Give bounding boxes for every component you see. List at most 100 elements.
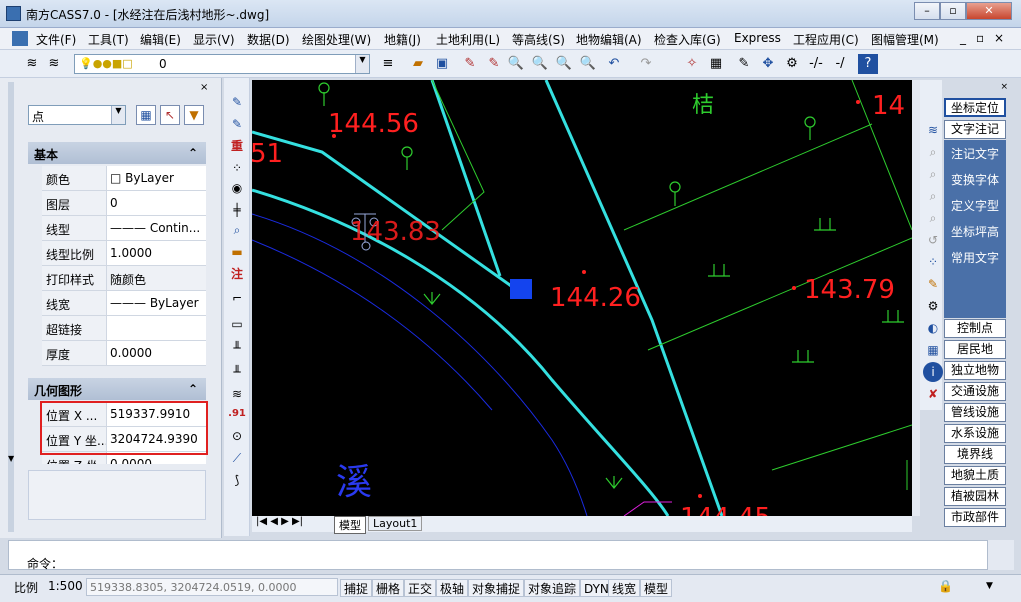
menu-view[interactable]: 显示(V) (193, 31, 235, 48)
tool-zoom-icon[interactable]: ⌕ (227, 220, 247, 240)
refresh-icon[interactable]: ↺ (923, 230, 943, 250)
pipeline-button[interactable]: 管线设施 (944, 403, 1006, 422)
globe-icon[interactable]: ◐ (923, 318, 943, 338)
pencil-icon[interactable]: ✎ (460, 54, 480, 74)
vegetation-button[interactable]: 植被园林 (944, 487, 1006, 506)
prop-linetype-scale[interactable]: 线型比例 1.0000 (42, 241, 206, 266)
zoom-prev-icon[interactable]: 🔍 (578, 54, 598, 74)
menu-draw[interactable]: 绘图处理(W) (302, 31, 371, 48)
prop-thickness[interactable]: 厚度 0.0000 (42, 341, 206, 366)
delete-icon[interactable]: ✘ (923, 384, 943, 404)
basic-section-header[interactable]: 基本 ⌃ (28, 142, 206, 164)
tool2-icon[interactable]: ✎ (227, 114, 247, 134)
menu-landuse[interactable]: 土地利用(L) (436, 31, 500, 48)
lock-icon[interactable]: 🔒 (938, 579, 953, 593)
doc-restore[interactable]: ▫ (976, 31, 984, 45)
tool-stairs-icon[interactable]: ≋ (227, 384, 247, 404)
select-objects-icon[interactable]: ↖ (160, 105, 180, 125)
layer-select[interactable]: 💡●●■□ 0 ▼ (74, 54, 370, 74)
submenu-define-font[interactable]: 定义字型 (944, 194, 1006, 218)
menu-data[interactable]: 数据(D) (247, 31, 290, 48)
tool-fence-icon[interactable]: ╪ (227, 200, 247, 220)
line2-icon[interactable]: -/ (830, 54, 850, 74)
boundary-button[interactable]: 境界线 (944, 445, 1006, 464)
save-icon[interactable]: ▣ (432, 54, 452, 74)
prop-linetype[interactable]: 线型 ——— Contin... (42, 216, 206, 241)
tool1-icon[interactable]: ✎ (227, 92, 247, 112)
polar-toggle[interactable]: 极轴 (436, 579, 469, 597)
minimize-button[interactable]: – (914, 2, 940, 20)
menu-contour[interactable]: 等高线(S) (512, 31, 565, 48)
tool-camera-icon[interactable]: ◉ (227, 178, 247, 198)
open-icon[interactable]: ▰ (408, 54, 428, 74)
edit-icon[interactable]: ✎ (734, 54, 754, 74)
menu-tools[interactable]: 工具(T) (88, 31, 129, 48)
prop-value[interactable]: 1.0000 (106, 241, 206, 265)
move-icon[interactable]: ✥ (758, 54, 778, 74)
menu-cadastre[interactable]: 地籍(J) (384, 31, 421, 48)
drawing-canvas[interactable]: 144.56 143.83 144.26 143.79 144.45 14 51… (252, 80, 912, 516)
layers-icon[interactable]: ≋ (923, 120, 943, 140)
prop-plot-style[interactable]: 打印样式 随颜色 (42, 266, 206, 291)
doc-minimize[interactable]: _ (960, 31, 966, 45)
residential-button[interactable]: 居民地 (944, 340, 1006, 359)
edit-pen-icon[interactable]: ✎ (923, 274, 943, 294)
panel-grip[interactable] (8, 82, 14, 532)
menu-express[interactable]: Express (734, 31, 781, 45)
prop-lineweight[interactable]: 线宽 ——— ByLayer (42, 291, 206, 316)
command-window[interactable]: 命令： (8, 540, 988, 571)
prop-value[interactable]: ——— ByLayer (106, 291, 206, 315)
layer-state-icon[interactable]: ≋ (44, 54, 64, 74)
prop-layer[interactable]: 图层 0 (42, 191, 206, 216)
zoom-icon[interactable]: ⌕ (923, 142, 943, 162)
zoom-window-icon[interactable]: 🔍 (530, 54, 550, 74)
snap-icon[interactable]: ⚙ (782, 54, 802, 74)
prop-value[interactable]: ——— Contin... (106, 216, 206, 240)
submenu-change-font[interactable]: 变换字体 (944, 168, 1006, 192)
tool-curve-icon[interactable]: ⟆ (227, 470, 247, 490)
dots-icon[interactable]: ⁘ (923, 252, 943, 272)
prop-value[interactable]: 0 (106, 191, 206, 215)
tool-line-icon[interactable]: ⟋ (227, 448, 247, 468)
redo-icon[interactable]: ↷ (636, 54, 656, 74)
submenu-coord-elev[interactable]: 坐标坪高 (944, 220, 1006, 244)
menu-check[interactable]: 检查入库(G) (654, 31, 721, 48)
tool-zhong-icon[interactable]: 重 (227, 136, 247, 156)
otrack-toggle[interactable]: 对象追踪 (524, 579, 581, 597)
prop-value[interactable]: 0.0000 (106, 341, 206, 365)
municipal-button[interactable]: 市政部件 (944, 508, 1006, 527)
prop-value[interactable] (106, 316, 206, 340)
independent-feature-button[interactable]: 独立地物 (944, 361, 1006, 380)
properties-icon[interactable]: ✧ (682, 54, 702, 74)
pan-icon[interactable]: ⌕ (923, 164, 943, 184)
menu-sheet[interactable]: 图幅管理(M) (871, 31, 939, 48)
info-icon[interactable]: i (923, 362, 943, 382)
pickadd-icon[interactable]: ▼ (184, 105, 204, 125)
water-system-button[interactable]: 水系设施 (944, 424, 1006, 443)
doc-close[interactable]: × (994, 31, 1004, 45)
landform-button[interactable]: 地貌土质 (944, 466, 1006, 485)
submenu-annotate-text[interactable]: 注记文字 (944, 142, 1006, 166)
scroll-down-icon[interactable]: ▼ (8, 454, 14, 463)
status-menu-icon[interactable]: ▼ (986, 581, 993, 591)
traffic-button[interactable]: 交通设施 (944, 382, 1006, 401)
menu-edit[interactable]: 编辑(E) (140, 31, 181, 48)
zoom-realtime-icon[interactable]: 🔍 (506, 54, 526, 74)
text-annotation-button[interactable]: 文字注记 (944, 120, 1006, 139)
layer-manager-icon[interactable]: ≋ (22, 54, 42, 74)
tab-model[interactable]: 模型 (334, 516, 366, 534)
tool-circle-icon[interactable]: ⊙ (227, 426, 247, 446)
draw-icon[interactable]: ✎ (484, 54, 504, 74)
selected-point-grip[interactable] (510, 279, 532, 299)
prop-value[interactable]: □ ByLayer (106, 166, 206, 190)
lineweight-toggle[interactable]: 线宽 (608, 579, 641, 597)
tool-rect-icon[interactable]: ▭ (227, 314, 247, 334)
ortho-toggle[interactable]: 正交 (404, 579, 437, 597)
scale-value[interactable]: 1:500 (48, 579, 83, 593)
find-icon[interactable]: ⌕ (923, 186, 943, 206)
geometry-section-header[interactable]: 几何图形 ⌃ (28, 378, 206, 400)
menu-file[interactable]: 文件(F) (36, 31, 76, 48)
coord-locate-button[interactable]: 坐标定位 (944, 98, 1006, 117)
prop-color[interactable]: 颜色 □ ByLayer (42, 166, 206, 191)
tool-ruler-icon[interactable]: ▬ (227, 242, 247, 262)
